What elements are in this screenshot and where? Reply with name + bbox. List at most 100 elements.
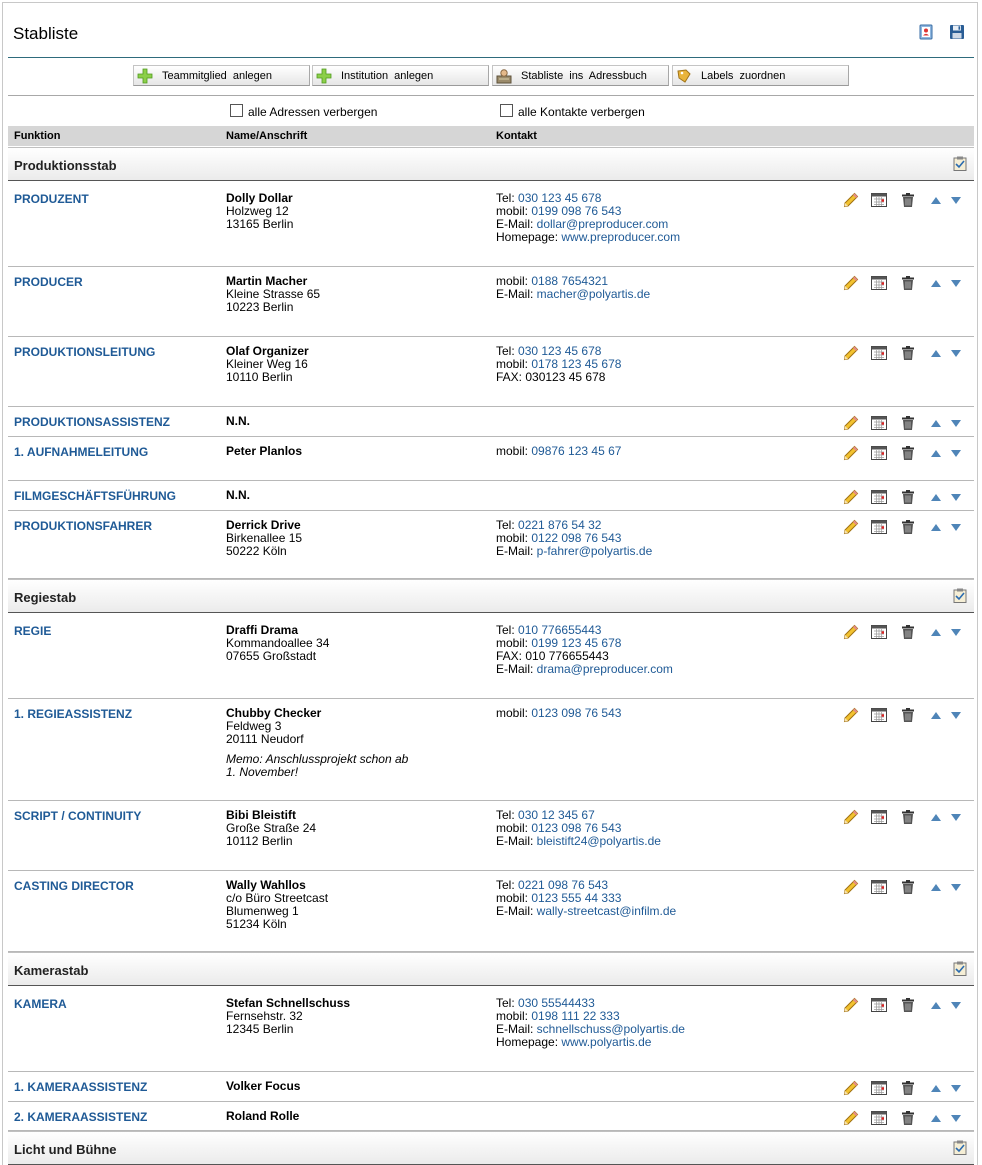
move-down-arrow-icon[interactable] (948, 192, 964, 208)
delete-trash-icon[interactable] (900, 809, 916, 825)
calendar-icon[interactable] (871, 1110, 887, 1126)
contact-value[interactable]: 0221 098 76 543 (518, 878, 608, 892)
contact-value[interactable]: wally-streetcast@infilm.de (537, 904, 677, 918)
move-down-arrow-icon[interactable] (948, 519, 964, 535)
edit-pencil-icon[interactable] (843, 1110, 859, 1126)
add-team-member-button[interactable]: Teammitglied anlegen (133, 65, 310, 86)
delete-trash-icon[interactable] (900, 879, 916, 895)
contact-value[interactable]: 030 123 45 678 (518, 344, 601, 358)
calendar-icon[interactable] (871, 624, 887, 640)
contact-value[interactable]: 030 123 45 678 (518, 191, 601, 205)
move-up-arrow-icon[interactable] (928, 1110, 944, 1126)
calendar-icon[interactable] (871, 879, 887, 895)
contact-value[interactable]: macher@polyartis.de (537, 287, 651, 301)
contact-value[interactable]: 030 12 345 67 (518, 808, 595, 822)
function-link[interactable]: PRODUKTIONSASSISTENZ (14, 415, 170, 429)
move-down-arrow-icon[interactable] (948, 345, 964, 361)
function-link[interactable]: 1. REGIEASSISTENZ (14, 707, 132, 721)
edit-pencil-icon[interactable] (843, 997, 859, 1013)
move-up-arrow-icon[interactable] (928, 415, 944, 431)
edit-pencil-icon[interactable] (843, 624, 859, 640)
delete-trash-icon[interactable] (900, 707, 916, 723)
move-down-arrow-icon[interactable] (948, 624, 964, 640)
function-link[interactable]: SCRIPT / CONTINUITY (14, 809, 141, 823)
delete-trash-icon[interactable] (900, 1110, 916, 1126)
save-disk-icon[interactable] (949, 24, 965, 40)
calendar-icon[interactable] (871, 415, 887, 431)
edit-pencil-icon[interactable] (843, 275, 859, 291)
contact-value[interactable]: 09876 123 45 67 (531, 444, 621, 458)
move-down-arrow-icon[interactable] (948, 275, 964, 291)
move-up-arrow-icon[interactable] (928, 809, 944, 825)
add-institution-button[interactable]: Institution anlegen (312, 65, 489, 86)
calendar-icon[interactable] (871, 519, 887, 535)
calendar-icon[interactable] (871, 707, 887, 723)
function-link[interactable]: 2. KAMERAASSISTENZ (14, 1110, 147, 1124)
hide-addresses-checkbox[interactable]: alle Adressen verbergen (230, 104, 377, 119)
delete-trash-icon[interactable] (900, 624, 916, 640)
delete-trash-icon[interactable] (900, 445, 916, 461)
edit-pencil-icon[interactable] (843, 879, 859, 895)
contact-value[interactable]: 0198 111 22 333 (531, 1009, 619, 1023)
function-link[interactable]: CASTING DIRECTOR (14, 879, 134, 893)
contact-value[interactable]: 0199 123 45 678 (531, 636, 621, 650)
move-up-arrow-icon[interactable] (928, 445, 944, 461)
contact-value[interactable]: 0122 098 76 543 (531, 531, 621, 545)
contact-value[interactable]: p-fahrer@polyartis.de (537, 544, 653, 558)
calendar-icon[interactable] (871, 809, 887, 825)
contact-value[interactable]: dollar@preproducer.com (537, 217, 669, 231)
delete-trash-icon[interactable] (900, 997, 916, 1013)
edit-pencil-icon[interactable] (843, 809, 859, 825)
delete-trash-icon[interactable] (900, 1080, 916, 1096)
contact-value[interactable]: www.preproducer.com (561, 230, 680, 244)
calendar-icon[interactable] (871, 345, 887, 361)
delete-trash-icon[interactable] (900, 415, 916, 431)
checkbox-box[interactable] (230, 104, 243, 117)
delete-trash-icon[interactable] (900, 275, 916, 291)
contact-value[interactable]: schnellschuss@polyartis.de (537, 1022, 685, 1036)
move-up-arrow-icon[interactable] (928, 624, 944, 640)
calendar-icon[interactable] (871, 997, 887, 1013)
edit-pencil-icon[interactable] (843, 345, 859, 361)
move-down-arrow-icon[interactable] (948, 809, 964, 825)
edit-pencil-icon[interactable] (843, 415, 859, 431)
edit-pencil-icon[interactable] (843, 519, 859, 535)
function-link[interactable]: PRODUCER (14, 275, 83, 289)
contact-value[interactable]: 010 776655443 (518, 623, 601, 637)
move-down-arrow-icon[interactable] (948, 489, 964, 505)
function-link[interactable]: PRODUKTIONSFAHRER (14, 519, 152, 533)
function-link[interactable]: KAMERA (14, 997, 67, 1011)
clipboard-check-icon[interactable] (953, 961, 967, 976)
move-up-arrow-icon[interactable] (928, 707, 944, 723)
delete-trash-icon[interactable] (900, 345, 916, 361)
move-down-arrow-icon[interactable] (948, 1110, 964, 1126)
contact-value[interactable]: 030 55544433 (518, 996, 595, 1010)
function-link[interactable]: 1. KAMERAASSISTENZ (14, 1080, 147, 1094)
function-link[interactable]: PRODUZENT (14, 192, 89, 206)
calendar-icon[interactable] (871, 445, 887, 461)
move-up-arrow-icon[interactable] (928, 879, 944, 895)
contact-value[interactable]: drama@preproducer.com (537, 662, 673, 676)
move-down-arrow-icon[interactable] (948, 879, 964, 895)
move-up-arrow-icon[interactable] (928, 1080, 944, 1096)
delete-trash-icon[interactable] (900, 192, 916, 208)
contact-value[interactable]: bleistift24@polyartis.de (537, 834, 661, 848)
move-up-arrow-icon[interactable] (928, 997, 944, 1013)
edit-pencil-icon[interactable] (843, 707, 859, 723)
move-up-arrow-icon[interactable] (928, 345, 944, 361)
clipboard-check-icon[interactable] (953, 588, 967, 603)
checkbox-box[interactable] (500, 104, 513, 117)
delete-trash-icon[interactable] (900, 489, 916, 505)
edit-pencil-icon[interactable] (843, 489, 859, 505)
contact-value[interactable]: 0123 098 76 543 (531, 821, 621, 835)
function-link[interactable]: FILMGESCHÄFTSFÜHRUNG (14, 489, 176, 503)
contact-value[interactable]: 0199 098 76 543 (531, 204, 621, 218)
move-up-arrow-icon[interactable] (928, 192, 944, 208)
calendar-icon[interactable] (871, 489, 887, 505)
contact-value[interactable]: www.polyartis.de (561, 1035, 651, 1049)
move-down-arrow-icon[interactable] (948, 415, 964, 431)
delete-trash-icon[interactable] (900, 519, 916, 535)
edit-pencil-icon[interactable] (843, 445, 859, 461)
address-book-icon[interactable] (918, 24, 934, 40)
clipboard-check-icon[interactable] (953, 156, 967, 171)
